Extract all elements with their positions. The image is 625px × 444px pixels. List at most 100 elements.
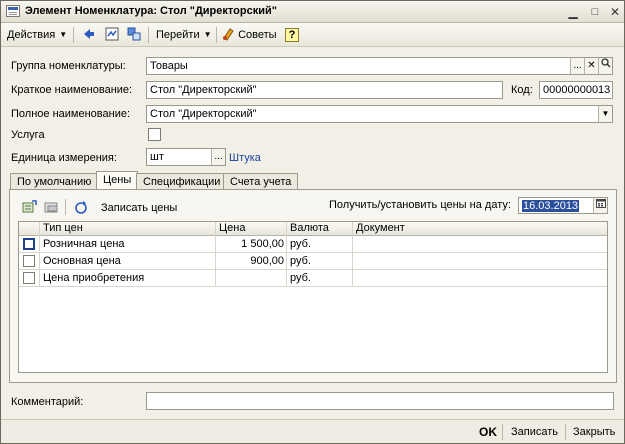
date-field[interactable]: 16.03.2013 — [518, 197, 608, 214]
column-divider — [215, 222, 216, 287]
toolbar-separator — [73, 27, 74, 43]
group-label: Группа номенклатуры: — [11, 60, 126, 72]
panel-separator — [65, 199, 66, 215]
refresh-icon[interactable] — [73, 200, 89, 219]
close-icon[interactable]: ✕ — [608, 5, 622, 19]
row-currency: руб. — [290, 272, 311, 284]
actions-menu[interactable]: Действия ▼ — [7, 26, 67, 44]
caret-down-icon: ▼ — [203, 30, 212, 39]
unit-value: шт — [150, 151, 164, 163]
structure-icon[interactable] — [125, 26, 143, 44]
header-check-col — [19, 222, 40, 236]
comment-label: Комментарий: — [11, 396, 84, 408]
tab-specifications[interactable]: Спецификации — [136, 173, 228, 190]
dropdown-arrow-icon[interactable]: ▼ — [598, 106, 612, 122]
toolbar: Действия ▼ Перейти ▼ Советы ? — [1, 23, 624, 47]
short-name-field[interactable]: Стол "Директорский" — [146, 81, 503, 99]
table-row[interactable]: Розничная цена 1 500,00 руб. — [19, 236, 607, 253]
add-price-icon[interactable] — [22, 200, 38, 217]
row-currency: руб. — [290, 255, 311, 267]
row-price: 1 500,00 — [241, 238, 284, 250]
toolbar-separator — [216, 27, 217, 43]
tab-prices[interactable]: Цены — [96, 171, 139, 190]
prices-panel: Записать цены Получить/установить цены н… — [9, 189, 617, 383]
minimize-icon[interactable]: ▁ — [566, 5, 580, 19]
full-name-value: Стол "Директорский" — [150, 108, 257, 120]
bottom-bar: OK Записать Закрыть — [1, 419, 624, 443]
table-row[interactable]: Цена приобретения руб. — [19, 270, 607, 287]
tab-accounts[interactable]: Счета учета — [223, 173, 299, 190]
service-checkbox[interactable] — [148, 128, 161, 141]
window-title: Элемент Номенклатура: Стол "Директорский… — [25, 5, 277, 17]
help-icon: ? — [285, 28, 299, 42]
header-price[interactable]: Цена — [216, 222, 287, 236]
help-button[interactable]: ? — [285, 26, 299, 44]
edit-price-icon[interactable] — [44, 200, 60, 217]
full-name-field[interactable]: Стол "Директорский" ▼ — [146, 105, 613, 123]
row-checkbox[interactable] — [23, 238, 35, 250]
group-value: Товары — [150, 60, 188, 72]
service-label: Услуга — [11, 129, 45, 141]
ok-button[interactable]: OK — [479, 424, 497, 440]
table-header: Тип цен Цена Валюта Документ — [19, 222, 607, 236]
title-bar: Элемент Номенклатура: Стол "Директорский… — [1, 1, 624, 23]
column-divider — [352, 222, 353, 287]
row-checkbox[interactable] — [23, 255, 35, 267]
form-list-icon[interactable] — [103, 26, 121, 44]
date-label: Получить/установить цены на дату: — [329, 199, 511, 211]
row-type: Розничная цена — [43, 238, 125, 250]
row-type: Цена приобретения — [43, 272, 145, 284]
code-field[interactable]: 00000000013 — [539, 81, 613, 99]
row-checkbox[interactable] — [23, 272, 35, 284]
open-search-icon[interactable] — [598, 58, 612, 74]
tips-label: Советы — [238, 29, 277, 41]
tab-defaults[interactable]: По умолчанию — [10, 173, 99, 190]
clear-icon[interactable]: ✕ — [584, 58, 598, 74]
goto-menu[interactable]: Перейти ▼ — [156, 26, 212, 44]
select-ellipsis-button[interactable]: ... — [570, 58, 584, 74]
row-type: Основная цена — [43, 255, 121, 267]
write-prices-button[interactable]: Записать цены — [101, 202, 177, 214]
unit-link[interactable]: Штука — [229, 152, 261, 164]
close-button[interactable]: Закрыть — [573, 424, 615, 440]
header-currency[interactable]: Валюта — [287, 222, 353, 236]
bottom-separator — [565, 424, 566, 440]
row-price: 900,00 — [250, 255, 284, 267]
row-currency: руб. — [290, 238, 311, 250]
tab-accounts-label: Счета учета — [230, 176, 292, 188]
header-document[interactable]: Документ — [353, 222, 607, 236]
comment-field[interactable] — [146, 392, 614, 410]
row-document — [353, 270, 607, 287]
column-divider — [286, 222, 287, 287]
restore-icon[interactable]: □ — [588, 5, 602, 19]
tips-button[interactable]: Советы — [221, 26, 277, 44]
caret-down-icon: ▼ — [59, 30, 68, 39]
goto-label: Перейти — [156, 29, 200, 41]
actions-label: Действия — [7, 29, 56, 41]
row-price — [216, 270, 287, 287]
row-document — [353, 253, 607, 270]
tab-defaults-label: По умолчанию — [17, 176, 92, 188]
calendar-icon[interactable] — [593, 198, 607, 213]
form-icon — [6, 5, 20, 17]
tab-specifications-label: Спецификации — [143, 176, 221, 188]
table-row[interactable]: Основная цена 900,00 руб. — [19, 253, 607, 270]
group-field[interactable]: Товары ... ✕ — [146, 57, 613, 75]
item-window: Элемент Номенклатура: Стол "Директорский… — [0, 0, 625, 444]
code-value: 00000000013 — [543, 84, 611, 96]
full-name-label: Полное наименование: — [11, 108, 131, 120]
unit-select-button[interactable]: ... — [211, 149, 225, 165]
prices-table: Тип цен Цена Валюта Документ Розничная ц… — [18, 221, 608, 373]
header-type[interactable]: Тип цен — [40, 222, 216, 236]
unit-field[interactable]: шт ... — [146, 148, 226, 166]
short-name-value: Стол "Директорский" — [150, 84, 257, 96]
save-button[interactable]: Записать — [511, 424, 558, 440]
date-value: 16.03.2013 — [522, 200, 580, 212]
toolbar-separator — [148, 27, 149, 43]
tips-icon — [223, 28, 234, 41]
code-label: Код: — [511, 84, 533, 96]
tab-prices-label: Цены — [103, 174, 132, 186]
row-document — [353, 236, 607, 253]
short-name-label: Краткое наименование: — [11, 84, 133, 96]
back-arrow-icon[interactable] — [79, 26, 97, 44]
